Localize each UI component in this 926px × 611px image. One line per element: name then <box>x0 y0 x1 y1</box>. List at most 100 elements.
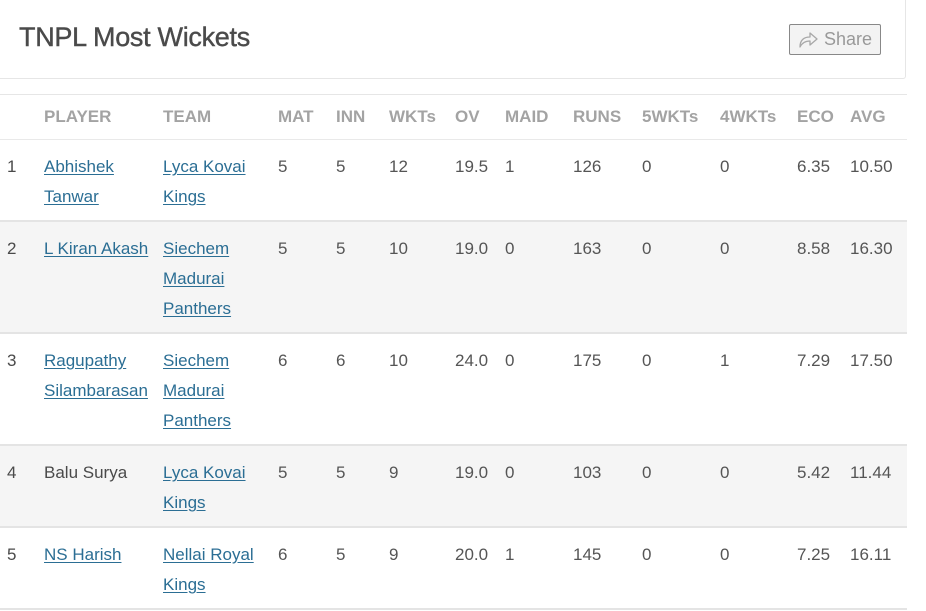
cell-mat: 5 <box>278 445 336 528</box>
cell-ov: 19.5 <box>455 139 505 222</box>
cell-4wkts: 1 <box>720 333 797 446</box>
cell-avg: 16.11 <box>850 527 907 610</box>
share-label: Share <box>823 29 873 49</box>
cell-ov: 19.0 <box>455 445 505 528</box>
cell-maid: 0 <box>505 221 573 334</box>
col-header-maid: MAID <box>505 95 573 140</box>
cell-player: NS Harish <box>44 527 163 610</box>
cell-inn: 5 <box>336 527 389 610</box>
cell-player: Balu Surya <box>44 445 163 528</box>
cell-rank: 5 <box>0 527 44 610</box>
table-header-row: PLAYER TEAM MAT INN WKTs OV MAID RUNS 5W… <box>0 95 907 140</box>
cell-5wkts: 0 <box>642 221 720 334</box>
cell-avg: 16.30 <box>850 221 907 334</box>
cell-rank: 1 <box>0 139 44 222</box>
cell-avg: 10.50 <box>850 139 907 222</box>
share-arrow-icon <box>798 31 818 48</box>
team-link[interactable]: Siechem Madurai Panthers <box>163 351 231 430</box>
cell-eco: 7.25 <box>797 527 850 610</box>
cell-team: Siechem Madurai Panthers <box>163 333 278 446</box>
cell-team: Lyca Kovai Kings <box>163 139 278 222</box>
cell-team: Nellai Royal Kings <box>163 527 278 610</box>
cell-team: Siechem Madurai Panthers <box>163 221 278 334</box>
col-header-5wkts: 5WKTs <box>642 95 720 140</box>
cell-player: Ragupathy Silambarasan <box>44 333 163 446</box>
cell-runs: 163 <box>573 221 642 334</box>
player-link[interactable]: Ragupathy Silambarasan <box>44 351 148 400</box>
team-link[interactable]: Lyca Kovai Kings <box>163 463 246 512</box>
player-link[interactable]: L Kiran Akash <box>44 239 148 258</box>
cell-runs: 103 <box>573 445 642 528</box>
cell-wkts: 10 <box>389 333 455 446</box>
col-header-inn: INN <box>336 95 389 140</box>
cell-team: Lyca Kovai Kings <box>163 445 278 528</box>
col-header-4wkts: 4WKTs <box>720 95 797 140</box>
col-header-rank <box>0 95 44 140</box>
cell-avg: 17.50 <box>850 333 907 446</box>
cell-player: L Kiran Akash <box>44 221 163 334</box>
team-link[interactable]: Lyca Kovai Kings <box>163 157 246 206</box>
cell-rank: 2 <box>0 221 44 334</box>
cell-4wkts: 0 <box>720 221 797 334</box>
player-link[interactable]: NS Harish <box>44 545 121 564</box>
cell-5wkts: 0 <box>642 139 720 222</box>
cell-5wkts: 0 <box>642 333 720 446</box>
cell-maid: 0 <box>505 445 573 528</box>
col-header-team: TEAM <box>163 95 278 140</box>
cell-inn: 5 <box>336 221 389 334</box>
cell-inn: 5 <box>336 139 389 222</box>
cell-ov: 24.0 <box>455 333 505 446</box>
cell-wkts: 10 <box>389 221 455 334</box>
cell-inn: 6 <box>336 333 389 446</box>
cell-runs: 126 <box>573 139 642 222</box>
cell-mat: 5 <box>278 139 336 222</box>
team-link[interactable]: Siechem Madurai Panthers <box>163 239 231 318</box>
col-header-eco: ECO <box>797 95 850 140</box>
cell-maid: 1 <box>505 139 573 222</box>
table-row: 2 L Kiran Akash Siechem Madurai Panthers… <box>0 221 907 334</box>
cell-mat: 6 <box>278 333 336 446</box>
cell-ov: 19.0 <box>455 221 505 334</box>
most-wickets-table-container: PLAYER TEAM MAT INN WKTs OV MAID RUNS 5W… <box>0 94 907 610</box>
cell-mat: 6 <box>278 527 336 610</box>
table-row: 5 NS Harish Nellai Royal Kings 6 5 9 20.… <box>0 527 907 610</box>
col-header-wkts: WKTs <box>389 95 455 140</box>
col-header-player: PLAYER <box>44 95 163 140</box>
player-name-text: Balu Surya <box>44 463 128 482</box>
cell-runs: 145 <box>573 527 642 610</box>
cell-eco: 7.29 <box>797 333 850 446</box>
table-row: 3 Ragupathy Silambarasan Siechem Madurai… <box>0 333 907 446</box>
cell-eco: 6.35 <box>797 139 850 222</box>
cell-player: Abhishek Tanwar <box>44 139 163 222</box>
cell-eco: 5.42 <box>797 445 850 528</box>
cell-avg: 11.44 <box>850 445 907 528</box>
table-row: 1 Abhishek Tanwar Lyca Kovai Kings 5 5 1… <box>0 139 907 222</box>
cell-5wkts: 0 <box>642 445 720 528</box>
cell-wkts: 9 <box>389 527 455 610</box>
cell-wkts: 12 <box>389 139 455 222</box>
player-link[interactable]: Abhishek Tanwar <box>44 157 114 206</box>
cell-rank: 4 <box>0 445 44 528</box>
most-wickets-table: PLAYER TEAM MAT INN WKTs OV MAID RUNS 5W… <box>0 95 907 610</box>
cell-inn: 5 <box>336 445 389 528</box>
cell-4wkts: 0 <box>720 445 797 528</box>
cell-runs: 175 <box>573 333 642 446</box>
cell-eco: 8.58 <box>797 221 850 334</box>
table-row: 4 Balu Surya Lyca Kovai Kings 5 5 9 19.0… <box>0 445 907 528</box>
cell-ov: 20.0 <box>455 527 505 610</box>
cell-maid: 1 <box>505 527 573 610</box>
share-button[interactable]: Share <box>789 24 881 55</box>
cell-wkts: 9 <box>389 445 455 528</box>
page-title: TNPL Most Wickets <box>19 22 251 52</box>
cell-rank: 3 <box>0 333 44 446</box>
cell-5wkts: 0 <box>642 527 720 610</box>
cell-4wkts: 0 <box>720 527 797 610</box>
col-header-mat: MAT <box>278 95 336 140</box>
col-header-ov: OV <box>455 95 505 140</box>
cell-mat: 5 <box>278 221 336 334</box>
cell-4wkts: 0 <box>720 139 797 222</box>
col-header-avg: AVG <box>850 95 907 140</box>
header-card: TNPL Most Wickets Share <box>0 0 906 79</box>
col-header-runs: RUNS <box>573 95 642 140</box>
team-link[interactable]: Nellai Royal Kings <box>163 545 254 594</box>
